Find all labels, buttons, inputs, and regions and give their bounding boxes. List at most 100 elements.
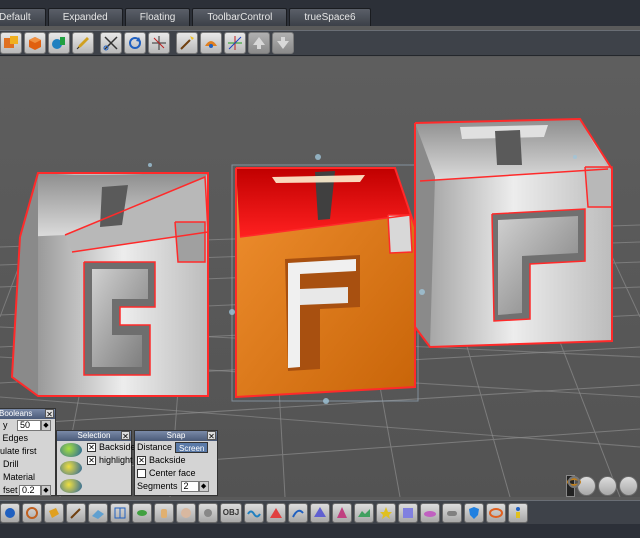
bottom-tool-2[interactable] <box>22 502 42 523</box>
center-face-label: Center face <box>149 468 196 478</box>
bottom-tool-6[interactable] <box>110 502 130 523</box>
deform-button[interactable] <box>200 32 222 54</box>
density-spinner[interactable]: ◆ <box>41 420 51 431</box>
bottom-tool-9[interactable] <box>176 502 196 523</box>
select-mode-button-1[interactable] <box>60 443 82 457</box>
bottom-tool-21[interactable] <box>442 502 462 523</box>
cube-button[interactable] <box>24 32 46 54</box>
object-tool-button[interactable] <box>0 32 22 54</box>
tab-truespace6[interactable]: trueSpace6 <box>289 8 371 26</box>
move-axes-button[interactable] <box>148 32 170 54</box>
offset-row: fset 0.2 ◆ <box>0 484 55 497</box>
scissors-button[interactable] <box>100 32 122 54</box>
layout-tab-bar: Default Expanded Floating ToolbarControl… <box>0 0 640 26</box>
bottom-tool-15[interactable] <box>310 502 330 523</box>
torus-icon <box>489 507 503 518</box>
bottom-tool-10[interactable] <box>198 502 218 523</box>
material-label: Material <box>3 472 36 482</box>
bottom-tool-12[interactable] <box>244 502 264 523</box>
bottom-tool-20[interactable] <box>420 502 440 523</box>
left-cube[interactable] <box>10 172 209 397</box>
zoom-view-button[interactable] <box>568 476 639 496</box>
selection-mode-buttons <box>57 441 85 495</box>
center-face-row[interactable]: Center face <box>135 467 217 480</box>
cube-icon <box>29 37 41 50</box>
segments-row: Segments 2 ◆ <box>135 480 217 493</box>
density-row: y 50 ◆ <box>0 419 55 432</box>
screen-button[interactable]: Screen <box>175 442 209 453</box>
bottom-tool-5[interactable] <box>88 502 108 523</box>
bottom-tool-1[interactable] <box>0 502 20 523</box>
material-row[interactable]: Material <box>0 471 55 484</box>
checkbox-checked-icon[interactable]: ✕ <box>87 443 96 452</box>
triangulate-row[interactable]: gulate first <box>0 445 55 458</box>
bottom-tool-18[interactable] <box>376 502 396 523</box>
selection-panel-title: Selection ✕ <box>57 431 131 441</box>
segments-field[interactable]: 2 <box>180 481 199 492</box>
tab-default[interactable]: Default <box>0 8 46 26</box>
arrow-down-button[interactable] <box>272 32 294 54</box>
bottom-tool-4[interactable] <box>66 502 86 523</box>
cone-icon <box>337 506 347 518</box>
bottom-tool-7[interactable] <box>132 502 152 523</box>
corner-controls <box>566 474 640 497</box>
selection-title-text: Selection <box>77 431 111 440</box>
segments-label: Segments <box>137 481 178 491</box>
highlight-label: highlight <box>99 455 133 465</box>
magic-wand-button[interactable] <box>176 32 198 54</box>
bottom-tool-22[interactable] <box>464 502 484 523</box>
status-strip <box>0 524 640 538</box>
arrow-up-button[interactable] <box>248 32 270 54</box>
select-mode-button-2[interactable] <box>60 461 82 475</box>
selection-backside-row[interactable]: ✕ Backside <box>85 441 136 454</box>
mesh-icon <box>403 507 413 518</box>
offset-field[interactable]: 0.2 <box>19 485 41 496</box>
arrow-up-icon <box>253 37 265 49</box>
center-cube[interactable] <box>231 164 419 402</box>
bottom-tool-3[interactable] <box>44 502 64 523</box>
offset-spinner[interactable]: ◆ <box>41 485 51 496</box>
paint-bucket-icon <box>49 507 59 518</box>
close-icon[interactable]: ✕ <box>207 431 216 441</box>
bottom-toolbar: OBJ <box>0 500 640 524</box>
rotate-button[interactable] <box>124 32 146 54</box>
segments-spinner[interactable]: ◆ <box>198 481 209 492</box>
tab-expanded[interactable]: Expanded <box>47 8 123 26</box>
checkbox-checked-icon[interactable]: ✕ <box>137 456 146 465</box>
bottom-tool-19[interactable] <box>398 502 418 523</box>
tube-icon <box>204 508 212 517</box>
obj-import-button[interactable]: OBJ <box>220 502 242 523</box>
close-icon[interactable]: ✕ <box>45 409 54 419</box>
tab-floating[interactable]: Floating <box>124 8 191 26</box>
bottom-tool-17[interactable] <box>354 502 374 523</box>
highlight-row[interactable]: ✕ highlight <box>85 454 136 467</box>
edges-label: e Edges <box>0 433 29 443</box>
drill-row[interactable]: Drill <box>0 458 55 471</box>
eye-view-button[interactable] <box>568 476 618 496</box>
bottom-tool-24[interactable] <box>508 502 528 523</box>
snap-backside-row[interactable]: ✕ Backside <box>135 454 217 467</box>
axes-button[interactable] <box>224 32 246 54</box>
paint-button[interactable] <box>48 32 70 54</box>
select-mode-button-3[interactable] <box>60 479 82 493</box>
main-toolbar <box>0 30 640 56</box>
triangulate-label: gulate first <box>0 446 37 456</box>
bottom-tool-8[interactable] <box>154 502 174 523</box>
bottom-tool-13[interactable] <box>266 502 286 523</box>
bottom-tool-14[interactable] <box>288 502 308 523</box>
bottom-tool-23[interactable] <box>486 502 506 523</box>
close-icon[interactable]: ✕ <box>121 431 130 441</box>
checkbox-checked-icon[interactable]: ✕ <box>87 456 96 465</box>
density-field[interactable]: 50 <box>17 420 41 431</box>
pencil-button[interactable] <box>72 32 94 54</box>
tab-toolbarcontrol[interactable]: ToolbarControl <box>192 8 288 26</box>
density-label: y <box>3 420 8 430</box>
checkbox-unchecked-icon[interactable] <box>137 469 146 478</box>
edges-row[interactable]: e Edges <box>0 432 55 445</box>
disc-icon <box>424 510 436 517</box>
selection-panel: Selection ✕ ✕ Backside ✕ highlight <box>56 430 136 496</box>
right-cube[interactable] <box>414 117 613 349</box>
bottom-tool-16[interactable] <box>332 502 352 523</box>
pencil-icon <box>76 37 89 50</box>
snap-panel-title: Snap ✕ <box>135 431 217 441</box>
